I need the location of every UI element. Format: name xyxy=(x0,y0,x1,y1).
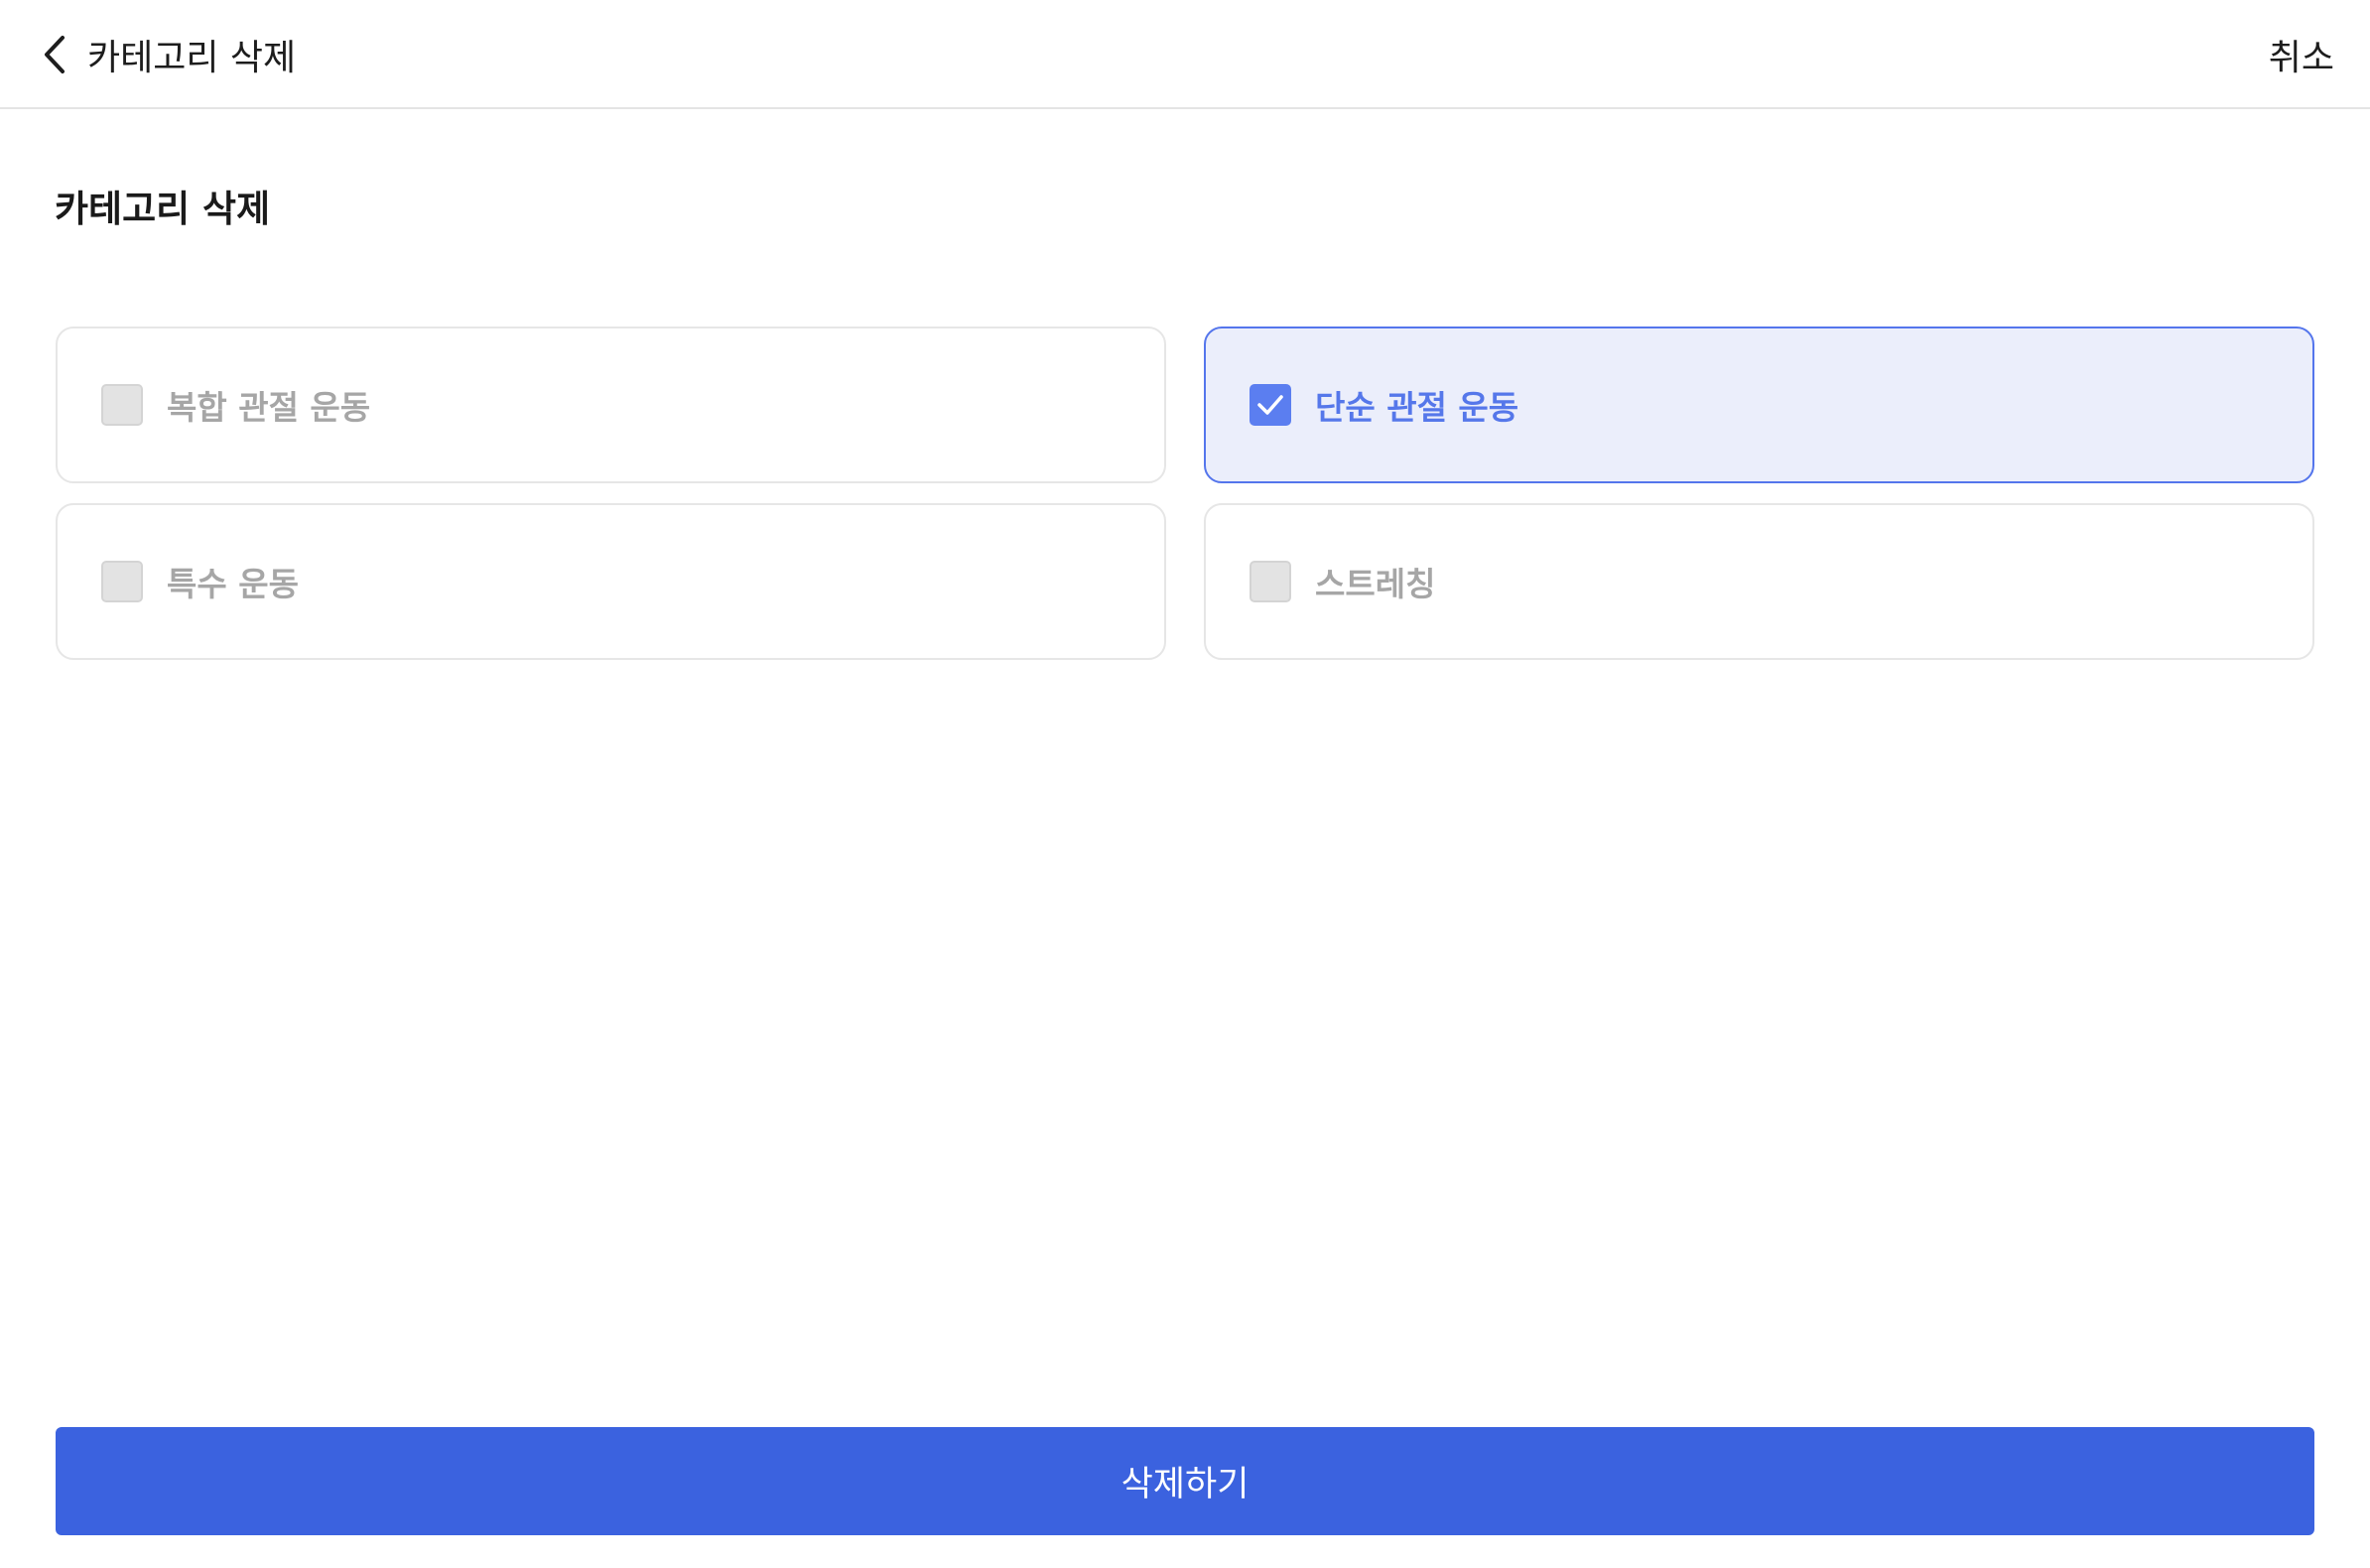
category-option[interactable]: 스트레칭 xyxy=(1204,503,2314,660)
category-option-label: 스트레칭 xyxy=(1315,565,1436,603)
category-option[interactable]: 단순 관절 운동 xyxy=(1204,327,2314,483)
category-option-grid: 복합 관절 운동 단순 관절 운동 특수 운동 스트레칭 xyxy=(56,327,2314,660)
category-option[interactable]: 특수 운동 xyxy=(56,503,1166,660)
cancel-button[interactable]: 취소 xyxy=(2269,24,2334,85)
category-option-label: 단순 관절 운동 xyxy=(1315,388,1519,427)
checkbox[interactable] xyxy=(101,384,143,426)
chevron-left-icon xyxy=(44,35,66,74)
checkbox[interactable] xyxy=(101,561,143,602)
page-title: 카테고리 삭제 xyxy=(55,188,271,230)
top-bar: 카테고리 삭제 취소 xyxy=(0,0,2370,109)
back-button[interactable]: 카테고리 삭제 xyxy=(44,24,296,85)
delete-button[interactable]: 삭제하기 xyxy=(56,1427,2314,1535)
category-option-label: 특수 운동 xyxy=(167,565,299,603)
category-option-label: 복합 관절 운동 xyxy=(167,388,371,427)
checkbox[interactable] xyxy=(1250,561,1291,602)
checkbox[interactable] xyxy=(1250,384,1291,426)
checkmark-icon xyxy=(1256,394,1284,416)
header-title: 카테고리 삭제 xyxy=(87,38,297,78)
category-option[interactable]: 복합 관절 운동 xyxy=(56,327,1166,483)
